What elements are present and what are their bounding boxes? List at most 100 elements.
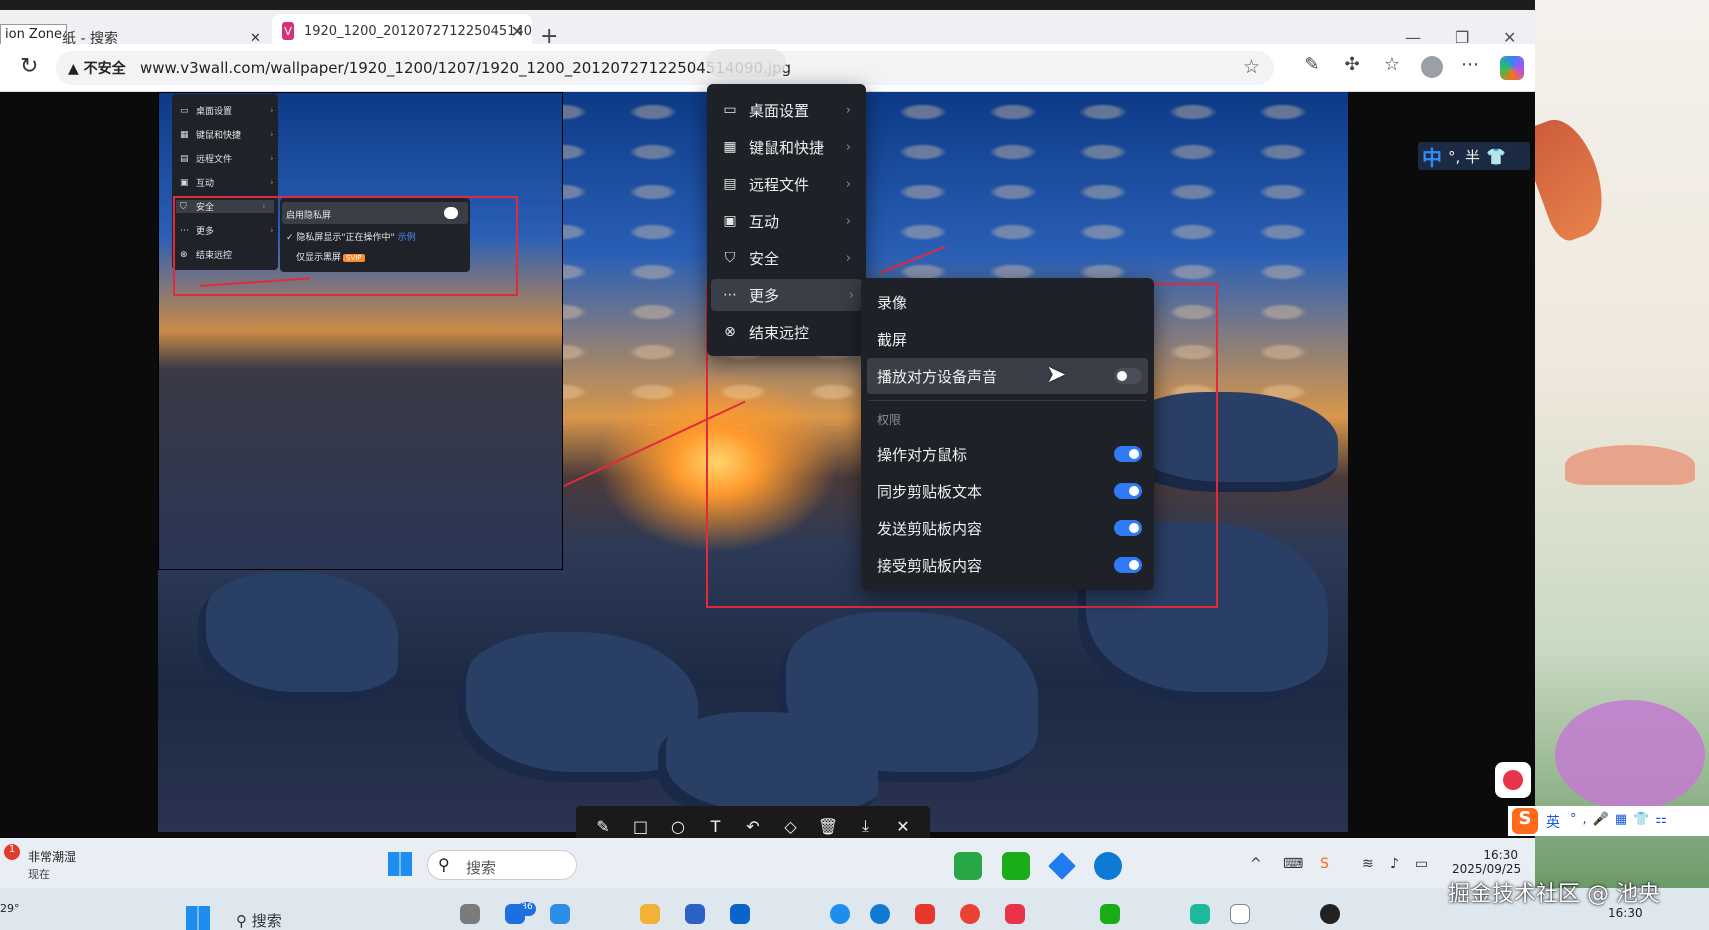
wechat-icon[interactable] [1002,852,1030,880]
address-bar[interactable]: ▲ 不安全 www.v3wall.com/wallpaper/1920_1200… [56,51,1274,85]
ime-lang[interactable]: 英 [1546,812,1560,832]
extension-icon[interactable]: ✎ [1300,54,1324,78]
app-icon[interactable] [550,904,570,924]
chevron-right-icon: › [845,250,851,266]
desktop-wallpaper [1517,0,1709,930]
remote-app-icon[interactable] [1005,904,1025,924]
input-icon[interactable]: ⌨ [1283,856,1303,872]
ime-chinese-mode[interactable]: 中 [1422,142,1442,171]
wallpaper-flower [1555,700,1705,810]
copilot-icon[interactable] [1500,56,1524,80]
wifi-icon[interactable]: ≋ [1362,856,1374,872]
permission-mouse-toggle[interactable] [1114,446,1142,462]
pen-icon[interactable]: ✎ [590,817,616,836]
remote-mini-toolbar[interactable] [706,49,786,77]
menu-item-more[interactable]: ⋯ 更多 › [711,279,862,311]
edge-icon[interactable] [1094,852,1122,880]
volume-icon[interactable]: ♪ [1390,856,1399,872]
inset-item-desktop[interactable]: ▭ 桌面设置 › [180,104,274,118]
floating-app-icon[interactable] [1495,762,1531,798]
chevron-right-icon: › [845,139,851,155]
trash-icon[interactable]: 🗑 [815,817,841,836]
inset-item-files[interactable]: ▤ 远程文件 › [180,152,274,166]
text-icon[interactable]: T [703,817,729,836]
chevron-right-icon: › [270,105,274,116]
local-search[interactable]: ⚲ 搜索 [236,910,282,930]
interact-icon: ▣ [723,213,737,229]
tab-wallpaper[interactable]: V 1920_1200_201207271225045140 ✕ [272,14,532,48]
chevron-up-icon[interactable]: ^ [1250,856,1262,872]
battery-icon[interactable]: ▭ [1415,856,1428,872]
outlook-icon[interactable] [730,904,750,924]
store-icon[interactable] [685,904,705,924]
remote-control-menu: ▭ 桌面设置 › ▦ 键鼠和快捷 › ▤ 远程文件 › ▣ 互动 › ⛉ 安全 › ⋯ 更多 › ⊗ 结束… [707,84,866,356]
remote-clock[interactable]: 16:30 2025/09/25 [1452,848,1521,876]
menu-item-label: 结束远控 [749,323,810,342]
screen: ion Zone 纸 - 搜索 ✕ V 1920_1200_2012072712… [0,0,1709,930]
local-clock[interactable]: 16:30 [1608,906,1643,920]
keyboard-icon: ▦ [723,139,737,155]
remote-taskbar [0,838,1535,888]
menu-item-interact[interactable]: ▣ 互动 › [721,205,859,237]
security-warning[interactable]: ▲ 不安全 [68,58,126,78]
close-icon[interactable]: ✕ [890,817,916,836]
menu-item-end-remote[interactable]: ⊗ 结束远控 [721,316,859,348]
inset-item-interact[interactable]: ▣ 互动 › [180,176,274,190]
app-icon[interactable] [830,904,850,924]
sogou-icon[interactable]: S [1320,856,1329,872]
sogou-logo-icon: S [1512,808,1538,834]
taskview-icon[interactable] [460,904,480,924]
url-text[interactable]: www.v3wall.com/wallpaper/1920_1200/1207/… [140,59,791,77]
weather-badge: 1 [4,844,20,860]
permission-clipboard-sync-toggle[interactable] [1114,483,1142,499]
start-button[interactable] [388,852,412,876]
qq-icon[interactable] [1320,904,1340,924]
ime-status-bar[interactable]: 中 °, 半 👕 [1418,142,1530,170]
menu-item-security[interactable]: ⛉ 安全 › [721,242,859,274]
permission-clipboard-send-toggle[interactable] [1114,520,1142,536]
play-sound-label[interactable]: 播放对方设备声音 [877,366,997,387]
app-icon[interactable] [505,904,525,924]
chevron-right-icon: › [845,176,851,192]
menu-item-desktop-settings[interactable]: ▭ 桌面设置 › [721,94,859,126]
app-icon[interactable] [1190,904,1210,924]
menu-item-remote-files[interactable]: ▤ 远程文件 › [721,168,859,200]
inset-item-keyboard[interactable]: ▦ 键鼠和快捷 › [180,128,274,142]
profile-avatar[interactable] [1421,56,1443,78]
circle-icon[interactable]: ○ [665,817,691,836]
edge-icon[interactable] [870,904,890,924]
menu-item-keyboard[interactable]: ▦ 键鼠和快捷 › [721,131,859,163]
typora-icon[interactable] [1230,904,1250,924]
sogou-ime-bar[interactable]: S 英 °,🎤▦👕⚏ [1508,806,1709,836]
download-icon[interactable]: ⤓ [853,816,879,836]
ime-skin-icon[interactable]: 👕 [1486,147,1506,166]
local-start-button[interactable] [186,906,210,930]
tab-close-icon[interactable]: ✕ [511,22,524,41]
chevron-right-icon: › [270,129,274,140]
more-menu-icon[interactable]: ⋯ [1458,54,1482,78]
chat-app-icon[interactable] [954,852,982,880]
screenshot-item[interactable]: 截屏 [877,329,907,350]
favorites-icon[interactable]: ☆ [1380,54,1404,78]
reload-icon[interactable]: ↻ [20,54,38,79]
play-sound-toggle[interactable] [1114,368,1142,384]
permissions-header: 权限 [877,413,902,427]
inset-item-label: 互动 [196,179,215,189]
folder-icon[interactable] [640,904,660,924]
chrome-icon[interactable] [960,904,980,924]
wps-icon[interactable] [915,904,935,924]
taskbar-search[interactable]: ⚲ 搜索 [427,850,577,880]
record-item[interactable]: 录像 [877,292,907,313]
permission-clipboard-receive-toggle[interactable] [1114,557,1142,573]
rectangle-icon[interactable]: □ [628,817,654,836]
ime-tool-icons[interactable]: °,🎤▦👕⚏ [1570,812,1673,827]
temperature[interactable]: 29° [0,902,20,915]
ime-punct-width[interactable]: °, 半 [1448,146,1480,167]
weather-widget[interactable]: 1 非常潮湿 现在 [4,844,76,881]
undo-icon[interactable]: ↶ [740,817,766,836]
local-time: 16:30 [1608,906,1643,920]
wechat-icon[interactable] [1100,904,1120,924]
eraser-icon[interactable]: ◇ [778,817,804,836]
favorite-star-icon[interactable]: ☆ [1243,56,1260,78]
puzzle-extensions-icon[interactable]: ✣ [1340,54,1364,78]
